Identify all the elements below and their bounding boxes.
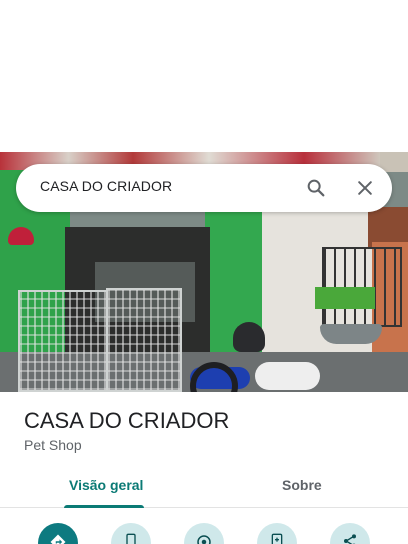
share-button[interactable] [330,523,370,544]
search-bar[interactable]: CASA DO CRIADOR [16,164,392,212]
helmet [233,322,265,352]
empty-map-area [0,0,408,152]
green-cart [315,287,375,309]
search-icon[interactable] [302,174,330,202]
save-button[interactable] [257,523,297,544]
tab-bar: Visão geral Sobre [0,470,408,508]
tab-about[interactable]: Sobre [282,477,322,493]
place-title: CASA DO CRIADOR [24,408,230,433]
roof-right [368,207,408,247]
bird-cage [106,288,182,392]
save-icon [271,533,283,544]
close-icon[interactable] [351,174,379,202]
phone-icon [126,533,136,544]
place-category[interactable]: Pet Shop [24,437,82,453]
directions-button[interactable] [38,523,78,544]
call-button[interactable] [111,523,151,544]
tab-overview[interactable]: Visão geral [69,477,143,493]
location-button[interactable] [184,523,224,544]
search-query[interactable]: CASA DO CRIADOR [40,178,172,194]
directions-icon [50,534,66,544]
tab-selected-indicator [64,505,144,508]
white-motorcycle [255,362,320,390]
location-icon [197,535,211,544]
wheelbarrow [320,324,382,344]
share-icon [344,534,356,544]
bird-cage [18,290,108,392]
